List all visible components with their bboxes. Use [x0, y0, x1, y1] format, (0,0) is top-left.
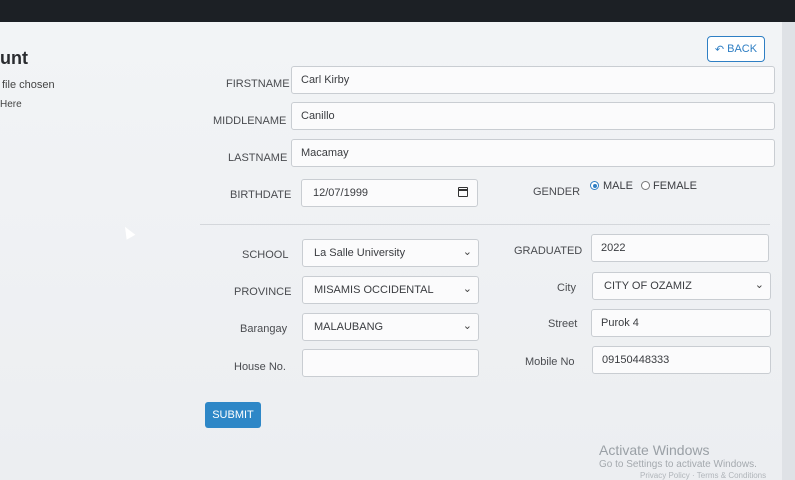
barangay-label: Barangay: [240, 323, 288, 335]
street-input[interactable]: Purok 4: [591, 309, 771, 337]
city-label: City: [557, 282, 576, 294]
activate-windows-subtitle: Go to Settings to activate Windows.: [599, 459, 757, 470]
school-select[interactable]: La Salle University: [302, 239, 479, 267]
back-label: BACK: [727, 43, 758, 55]
school-label: SCHOOL: [242, 249, 289, 261]
middlename-input[interactable]: Canillo: [291, 102, 775, 130]
street-label: Street: [548, 318, 578, 330]
firstname-label: FIRSTNAME: [226, 78, 290, 90]
here-hint: Here: [0, 99, 22, 110]
file-chosen-text: file chosen: [2, 79, 55, 91]
birthdate-value: 12/07/1999: [313, 187, 369, 199]
calendar-icon[interactable]: [458, 187, 468, 197]
graduated-input[interactable]: 2022: [591, 234, 769, 262]
mobile-no-input[interactable]: 09150448333: [592, 346, 771, 374]
firstname-input[interactable]: Carl Kirby: [291, 66, 775, 94]
barangay-select[interactable]: MALAUBANG: [302, 313, 479, 341]
undo-arrow-icon: ↶: [714, 43, 725, 56]
lastname-label: LASTNAME: [228, 152, 288, 164]
birthdate-input[interactable]: 12/07/1999: [301, 179, 478, 207]
middlename-label: MIDDLENAME: [213, 115, 287, 127]
graduated-label: GRADUATED: [514, 245, 583, 257]
gender-label: GENDER: [533, 186, 581, 198]
back-button[interactable]: ↶ BACK: [707, 36, 765, 62]
province-label: PROVINCE: [234, 286, 292, 298]
house-no-input[interactable]: [302, 349, 479, 377]
mobile-no-label: Mobile No: [525, 356, 575, 368]
activate-windows-title: Activate Windows: [599, 442, 710, 458]
city-select[interactable]: CITY OF OZAMIZ: [592, 272, 771, 300]
province-select[interactable]: MISAMIS OCCIDENTAL: [302, 276, 479, 304]
top-bar: [0, 0, 795, 22]
watermark-links: Privacy Policy · Terms & Conditions: [640, 471, 767, 480]
house-no-label: House No.: [234, 361, 286, 373]
gender-male-label: MALE: [603, 180, 633, 192]
scroll-edge[interactable]: [782, 22, 795, 480]
gender-female-label: FEMALE: [653, 180, 698, 192]
birthdate-label: BIRTHDATE: [230, 189, 292, 201]
gender-male-radio[interactable]: [590, 181, 599, 190]
gender-female-radio[interactable]: [641, 181, 650, 190]
submit-button[interactable]: SUBMIT: [205, 402, 261, 428]
lastname-input[interactable]: Macamay: [291, 139, 775, 167]
page-title: unt: [0, 48, 28, 68]
section-divider: [200, 224, 770, 225]
